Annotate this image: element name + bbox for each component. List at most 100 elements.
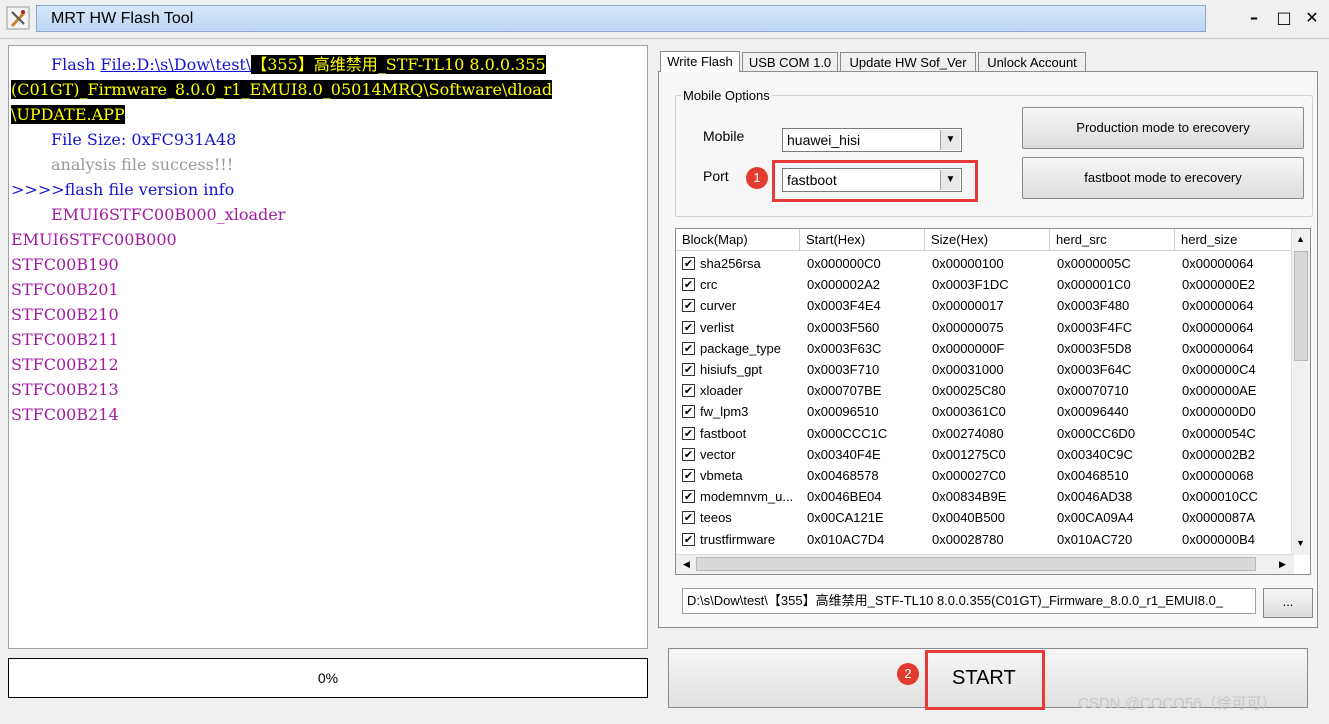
block-table[interactable]: Block(Map) Start(Hex) Size(Hex) herd_src… — [675, 228, 1311, 575]
cell-herd-src: 0x000CC6D0 — [1057, 425, 1136, 441]
row-checkbox[interactable]: ✔ — [682, 278, 695, 292]
row-checkbox[interactable]: ✔ — [682, 341, 695, 355]
row-checkbox[interactable]: ✔ — [682, 257, 695, 270]
cell-herd-size: 0x000000E2 — [1182, 277, 1256, 293]
cell-herd-size: 0x00000064 — [1182, 298, 1254, 314]
cell-herd-size: 0x00000064 — [1182, 256, 1254, 271]
table-row[interactable]: ✔ fastboot 0x000CCC1C 0x00274080 0x000CC6D0 0… — [676, 423, 1296, 444]
log-line-flash-file: Flash File:D:\s\Dow\test\【355】高维禁用_STF-T… — [51, 54, 546, 76]
row-checkbox[interactable]: ✔ — [682, 299, 695, 313]
col-header-herd-size[interactable]: herd_size — [1175, 229, 1296, 251]
cell-herd-size: 0x000010CC — [1182, 489, 1258, 505]
log-line: STFC00B212 — [11, 355, 119, 374]
table-row[interactable]: ✔ vbmeta 0x00468578 0x000027C0 0x00468510 0x0… — [676, 465, 1296, 486]
cell-block: hisiufs_gpt — [700, 362, 763, 377]
cell-herd-src: 0x00468510 — [1057, 468, 1129, 483]
table-row[interactable]: ✔ teeos 0x00CA121E 0x0040B500 0x00CA09A4 0x00… — [676, 507, 1296, 528]
log-panel[interactable]: Flash File:D:\s\Dow\test\【355】高维禁用_STF-T… — [8, 45, 648, 649]
maximize-button[interactable]: □ — [1272, 8, 1296, 28]
table-row[interactable]: ✔ hisiufs_gpt 0x0003F710 0x00031000 0x0003F6… — [676, 359, 1296, 380]
cell-start: 0x0003F63C — [807, 340, 882, 356]
scroll-left-icon[interactable]: ◀ — [678, 556, 695, 573]
cell-block: fastboot — [700, 425, 747, 441]
table-row[interactable]: ✔ verlist 0x0003F560 0x00000075 0x0003F4FC 0x… — [676, 317, 1296, 338]
cell-start: 0x00468578 — [807, 468, 879, 483]
row-checkbox[interactable]: ✔ — [682, 384, 695, 398]
table-row[interactable]: ✔ sha256rsa 0x000000C0 0x00000100 0x0000005C… — [676, 253, 1296, 274]
log-highlight: (C01GT)_Firmware_8.0.0_r1_EMUI8.0_05014M… — [11, 80, 553, 99]
cell-herd-src: 0x010AC720 — [1057, 531, 1133, 547]
table-row[interactable]: ✔ vector 0x00340F4E 0x001275C0 0x00340C9C 0x0… — [676, 444, 1296, 465]
file-path-field[interactable]: D:\s\Dow\test\【355】高维禁用_STF-TL10 8.0.0.3… — [682, 588, 1256, 614]
cell-size: 0x00834B9E — [932, 489, 1007, 505]
col-header-block[interactable]: Block(Map) — [676, 229, 800, 251]
minimize-button[interactable]: – — [1242, 8, 1266, 28]
cell-size: 0x000027C0 — [932, 468, 1006, 483]
row-checkbox[interactable]: ✔ — [682, 320, 695, 334]
browse-button[interactable]: ... — [1263, 588, 1313, 618]
progress-bar: 0% — [8, 658, 648, 698]
scroll-thumb[interactable] — [696, 557, 1256, 571]
cell-size: 0x000361C0 — [932, 404, 1006, 420]
tab-write-flash[interactable]: Write Flash — [660, 51, 740, 72]
scroll-right-icon[interactable]: ▶ — [1274, 556, 1291, 573]
row-checkbox[interactable]: ✔ — [682, 426, 695, 440]
cell-herd-size: 0x000000D0 — [1182, 404, 1256, 420]
log-line: analysis file success!!! — [51, 155, 234, 174]
vertical-scrollbar[interactable]: ▲ ▼ — [1291, 229, 1310, 555]
cell-herd-src: 0x00096440 — [1057, 404, 1129, 420]
cell-size: 0x0040B500 — [932, 510, 1006, 526]
log-line: File Size: 0xFC931A48 — [51, 130, 237, 149]
row-checkbox[interactable]: ✔ — [682, 532, 695, 546]
cell-herd-size: 0x0000087A — [1182, 510, 1256, 526]
cell-start: 0x0003F4E4 — [807, 298, 881, 314]
table-row[interactable]: ✔ fw_lpm3 0x00096510 0x000361C0 0x00096440 0x… — [676, 401, 1296, 422]
table-row[interactable]: ✔ xloader 0x000707BE 0x00025C80 0x00070710 0x… — [676, 380, 1296, 401]
row-checkbox[interactable]: ✔ — [682, 490, 695, 504]
log-line: >>>>flash file version info — [11, 180, 235, 199]
row-checkbox[interactable]: ✔ — [682, 511, 695, 525]
cell-herd-src: 0x0003F480 — [1057, 298, 1130, 314]
close-button[interactable]: ✕ — [1300, 8, 1324, 28]
log-line: STFC00B201 — [11, 280, 119, 299]
horizontal-scrollbar[interactable]: ◀ ▶ — [676, 554, 1294, 574]
cell-herd-src: 0x0003F5D8 — [1057, 340, 1132, 356]
cell-block: sha256rsa — [700, 256, 761, 271]
col-header-size[interactable]: Size(Hex) — [925, 229, 1050, 251]
row-checkbox[interactable]: ✔ — [682, 469, 695, 482]
chevron-down-icon[interactable]: ▼ — [940, 130, 960, 150]
scroll-up-icon[interactable]: ▲ — [1292, 231, 1309, 248]
fastboot-mode-button[interactable]: fastboot mode to erecovery — [1022, 157, 1304, 199]
cell-block: teeos — [700, 510, 732, 526]
tab-usb-com[interactable]: USB COM 1.0 — [742, 52, 838, 71]
production-mode-button[interactable]: Production mode to erecovery — [1022, 107, 1304, 149]
cell-size: 0x00028780 — [932, 531, 1004, 547]
scroll-down-icon[interactable]: ▼ — [1292, 535, 1309, 552]
table-row[interactable]: ✔ curver 0x0003F4E4 0x00000017 0x0003F480 0x0… — [676, 295, 1296, 316]
row-checkbox[interactable]: ✔ — [682, 363, 695, 376]
col-header-start[interactable]: Start(Hex) — [800, 229, 925, 251]
cell-block: modemnvm_u... — [700, 489, 794, 505]
row-checkbox[interactable]: ✔ — [682, 447, 695, 461]
cell-start: 0x000000C0 — [807, 256, 881, 271]
tab-unlock-account[interactable]: Unlock Account — [978, 52, 1086, 71]
cell-size: 0x00274080 — [932, 425, 1004, 441]
cell-block: fw_lpm3 — [700, 404, 749, 420]
log-file-link[interactable]: File:D:\s\Dow\test\ — [100, 55, 251, 74]
scroll-thumb[interactable] — [1294, 251, 1308, 361]
log-line: STFC00B214 — [11, 405, 119, 424]
tab-update-hw[interactable]: Update HW Sof_Ver — [840, 52, 976, 71]
cell-start: 0x00CA121E — [807, 510, 884, 526]
mobile-select[interactable]: huawei_hisi ▼ — [782, 128, 962, 152]
col-header-herd-src[interactable]: herd_src — [1050, 229, 1175, 251]
cell-block: xloader — [700, 383, 743, 399]
cell-start: 0x0003F560 — [807, 319, 880, 335]
cell-size: 0x00000100 — [932, 256, 1004, 271]
table-row[interactable]: ✔ package_type 0x0003F63C 0x0000000F 0x0003F… — [676, 338, 1296, 359]
table-row[interactable]: ✔ modemnvm_u... 0x0046BE04 0x00834B9E 0x0046… — [676, 486, 1296, 507]
cell-herd-size: 0x00000068 — [1182, 468, 1254, 483]
table-row[interactable]: ✔ trustfirmware 0x010AC7D4 0x00028780 0x010A… — [676, 529, 1296, 550]
row-checkbox[interactable]: ✔ — [682, 405, 695, 419]
cell-start: 0x000707BE — [807, 383, 882, 399]
table-row[interactable]: ✔ crc 0x000002A2 0x0003F1DC 0x000001C0 0x0000… — [676, 274, 1296, 295]
